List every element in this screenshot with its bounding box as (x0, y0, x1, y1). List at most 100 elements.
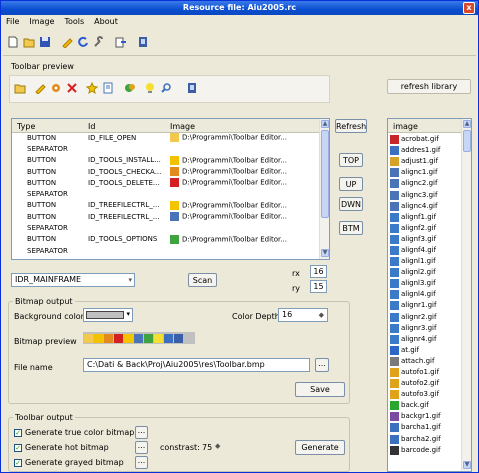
list-item[interactable]: alignf3.gif (388, 234, 462, 245)
list-item[interactable]: alignr2.gif (388, 312, 462, 323)
list-item[interactable]: alignl4.gif (388, 289, 462, 300)
list-item[interactable]: at.gif (388, 345, 462, 356)
list-item[interactable]: alignc3.gif (388, 189, 462, 200)
table-row[interactable]: SEPARATOR (12, 245, 321, 256)
list-item[interactable]: autofo2.gif (388, 378, 462, 389)
scroll-down-button[interactable]: ▼ (321, 249, 329, 257)
scroll-thumb[interactable] (321, 130, 329, 218)
refresh-library-button[interactable]: refresh library (387, 79, 471, 94)
list-item[interactable]: backgr1.gif (388, 411, 462, 422)
refresh-button[interactable]: Refresh (335, 119, 367, 133)
library-scrollbar[interactable]: ▲ ▼ (461, 119, 471, 471)
true-color-browse-button[interactable]: ... (135, 426, 148, 439)
ry-field[interactable]: 15 (310, 280, 327, 293)
new-icon[interactable] (7, 36, 19, 48)
true-color-checkbox[interactable]: ✓ (14, 429, 22, 437)
list-item[interactable]: attach.gif (388, 356, 462, 367)
hot-bitmap-checkbox[interactable]: ✓ (14, 444, 22, 452)
menu-about[interactable]: About (89, 15, 123, 29)
wrench-icon[interactable] (93, 36, 105, 48)
list-item[interactable]: back.gif (388, 400, 462, 411)
rx-field[interactable]: 16 (310, 265, 327, 278)
list-item[interactable]: autofo1.gif (388, 367, 462, 378)
list-item[interactable]: barcha2.gif (388, 434, 462, 445)
column-id[interactable]: Id (88, 122, 95, 131)
scroll-down-button[interactable]: ▼ (463, 461, 471, 469)
hot-bitmap-browse-button[interactable]: ... (135, 441, 148, 454)
scroll-up-button[interactable]: ▲ (463, 120, 471, 128)
refresh-icon[interactable] (77, 36, 89, 48)
resource-id-combo[interactable]: IDR_MAINFRAME ▾ (11, 273, 135, 287)
constrast-value[interactable]: 75 (202, 443, 212, 452)
spin-icon[interactable]: ◆ (215, 442, 220, 450)
bottom-button[interactable]: BTM (339, 221, 363, 235)
grayed-bitmap-checkbox[interactable]: ✓ (14, 459, 22, 467)
pencil-icon[interactable] (34, 82, 46, 94)
list-item[interactable]: alignc2.gif (388, 178, 462, 189)
list-item[interactable]: addres1.gif (388, 145, 462, 156)
search-icon[interactable] (160, 82, 172, 94)
table-row[interactable]: BUTTON ID_FILE_OPEN D:\Programmi\Toolbar E… (12, 132, 321, 143)
open-icon[interactable] (14, 82, 26, 94)
table-row[interactable]: SEPARATOR (12, 143, 321, 154)
column-type[interactable]: Type (17, 122, 35, 131)
table-row[interactable]: BUTTON ID_TOOLS_CHECKA... D:\Programmi\Too… (12, 166, 321, 177)
pencil-icon[interactable] (61, 36, 73, 48)
list-item[interactable]: alignf1.gif (388, 212, 462, 223)
toolbar-items-list[interactable]: Type Id Image BUTTON ID_FILE_OPEN D:\Progr… (11, 118, 330, 260)
scan-button[interactable]: Scan (188, 273, 217, 287)
up-button[interactable]: UP (339, 177, 363, 191)
down-button[interactable]: DWN (339, 197, 363, 211)
list-item[interactable]: alignl1.gif (388, 256, 462, 267)
table-row[interactable]: SEPARATOR (12, 188, 321, 199)
color-depth-select[interactable]: 16 ◆ (278, 308, 328, 322)
list-item[interactable]: adjust1.gif (388, 156, 462, 167)
book-icon[interactable] (137, 36, 149, 48)
list-item[interactable]: alignf2.gif (388, 223, 462, 234)
tools-icon[interactable] (50, 82, 62, 94)
close-button[interactable]: x (463, 2, 475, 14)
list-item[interactable]: alignr1.gif (388, 300, 462, 311)
file-name-field[interactable]: C:\Dati & Back\Proj\Aiu2005\res\Toolbar.… (83, 358, 310, 372)
lightbulb-icon[interactable] (144, 82, 156, 94)
scroll-up-button[interactable]: ▲ (321, 120, 329, 128)
scroll-thumb[interactable] (463, 130, 471, 152)
table-row[interactable]: BUTTON ID_TOOLS_DELETE... D:\Programmi\Too… (12, 177, 321, 188)
menu-image[interactable]: Image (24, 15, 59, 29)
book-icon[interactable] (186, 82, 198, 94)
top-button[interactable]: TOP (339, 153, 363, 167)
list-item[interactable]: autofo3.gif (388, 389, 462, 400)
library-header[interactable]: image (388, 119, 462, 133)
list-item[interactable]: alignf4.gif (388, 245, 462, 256)
browse-file-button[interactable]: ... (315, 358, 329, 372)
table-row[interactable]: BUTTON ID_TREEFILECTRL_... D:\Programmi\To… (12, 200, 321, 211)
table-row[interactable]: BUTTON ID_TOOLS_INSTALL... D:\Programmi\To… (12, 155, 321, 166)
save-icon[interactable] (39, 36, 51, 48)
generate-button[interactable]: Generate (295, 440, 345, 455)
star-icon[interactable] (86, 82, 98, 94)
list-item[interactable]: alignr4.gif (388, 334, 462, 345)
list-item[interactable]: alignc1.gif (388, 167, 462, 178)
table-row[interactable]: BUTTON ID_TOOLS_OPTIONS D:\Programmi\Toolb… (12, 234, 321, 245)
options-icon[interactable] (124, 82, 136, 94)
list-item[interactable]: acrobat.gif (388, 134, 462, 145)
open-icon[interactable] (23, 36, 35, 48)
list-scrollbar[interactable]: ▲ ▼ (319, 119, 329, 259)
background-color-picker[interactable]: ▾ (83, 308, 133, 322)
image-library-list[interactable]: image acrobat.gif addres1.gif adjust1.gif a… (387, 118, 472, 472)
menu-file[interactable]: File (1, 15, 24, 29)
list-item[interactable]: alignc4.gif (388, 201, 462, 212)
save-button[interactable]: Save (295, 382, 345, 397)
list-item[interactable]: barcode.gif (388, 445, 462, 456)
page-icon[interactable] (102, 82, 114, 94)
grayed-bitmap-browse-button[interactable]: ... (135, 456, 148, 469)
menu-tools[interactable]: Tools (59, 15, 89, 29)
list-item[interactable]: alignl3.gif (388, 278, 462, 289)
list-item[interactable]: barcha1.gif (388, 422, 462, 433)
delete-icon[interactable] (66, 82, 78, 94)
table-row[interactable]: SEPARATOR (12, 222, 321, 233)
list-item[interactable]: alignr3.gif (388, 323, 462, 334)
column-image[interactable]: Image (170, 122, 195, 131)
list-item[interactable]: alignl2.gif (388, 267, 462, 278)
export-icon[interactable] (115, 36, 127, 48)
